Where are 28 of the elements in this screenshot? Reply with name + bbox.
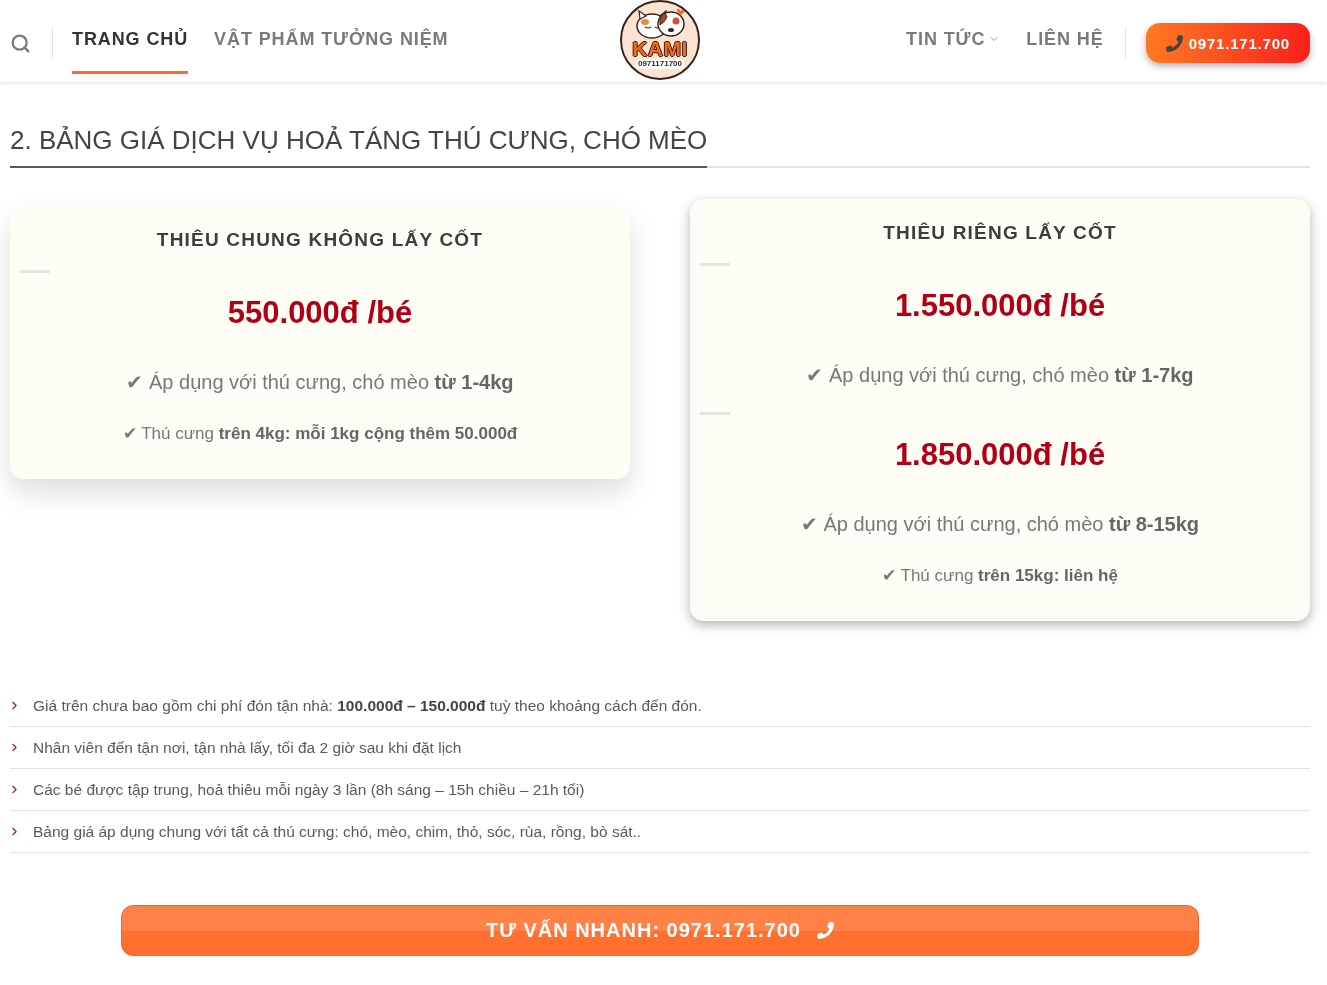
note-item: Bảng giá áp dụng chung với tất cả thú cưng: chó, mèo, chim, thỏ, sóc, rùa, rồng, bò sát.. xyxy=(33,822,642,842)
logo[interactable]: KAMI 0971171700 xyxy=(620,0,700,80)
feature-text: ✔ Áp dụng với thú cưng, chó mèo từ 1-7kg xyxy=(805,363,1195,388)
price: 1.550.000đ /bé xyxy=(893,287,1107,325)
search-icon[interactable] xyxy=(10,32,31,54)
consult-button[interactable]: TƯ VẤN NHANH: 0971.171.700 xyxy=(121,905,1199,956)
note-text: ✔ Thú cưng trên 4kg: mỗi 1kg cộng thêm 50.000đ xyxy=(121,423,519,445)
nav-link[interactable]: LIÊN HỆ xyxy=(1026,12,1104,74)
logo-phone: 0971171700 xyxy=(635,59,685,69)
cat-dog-illustration xyxy=(633,7,687,39)
note-item: Nhân viên đến tận nơi, tận nhà lấy, tối đa 2 giờ sau khi đặt lịch xyxy=(33,738,462,758)
logo-wordmark: KAMI xyxy=(632,39,688,58)
phone-button[interactable]: 0971.171.700 xyxy=(1145,23,1310,63)
phone-icon xyxy=(1165,34,1183,52)
note-item: Giá trên chưa bao gồm chi phí đón tận nhà: 100.000đ – 150.000đ tuỳ theo khoảng cách đến đón. xyxy=(33,696,702,716)
nav-link[interactable]: TIN TỨC xyxy=(906,12,1001,74)
note-text: ✔ Thú cưng trên 15kg: liên hệ xyxy=(881,565,1119,587)
note-item: Các bé được tập trung, hoả thiêu mỗi ngày 3 lần (8h sáng – 15h chiều – 21h tối) xyxy=(33,780,585,800)
card-title: THIÊU RIÊNG LẤY CỐT xyxy=(882,221,1118,245)
nav-link[interactable]: VẬT PHẨM TƯỞNG NIỆM xyxy=(214,12,449,74)
feature-text: ✔ Áp dụng với thú cưng, chó mèo từ 1-4kg xyxy=(125,370,515,395)
section-heading: 2. BẢNG GIÁ DỊCH VỤ HOẢ TÁNG THÚ CƯNG, CHÓ MÈO xyxy=(10,123,708,168)
price: 1.850.000đ /bé xyxy=(893,436,1107,474)
price: 550.000đ /bé xyxy=(226,294,414,332)
feature-text: ✔ Áp dụng với thú cưng, chó mèo từ 8-15kg xyxy=(799,512,1201,537)
nav-link[interactable]: TRANG CHỦ xyxy=(72,12,189,74)
phone-icon xyxy=(816,922,834,939)
card-title: THIÊU CHUNG KHÔNG LẤY CỐT xyxy=(155,228,485,252)
